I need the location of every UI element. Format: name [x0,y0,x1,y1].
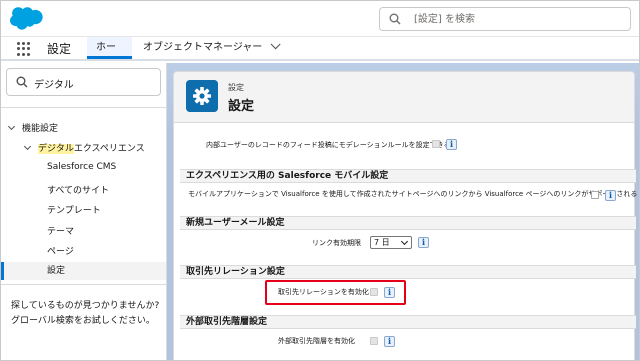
annotation-highlight-box [265,280,406,305]
sidebar-item-pages[interactable]: ページ [47,244,74,257]
tab-home[interactable]: ホーム [87,37,132,75]
tree-node-feature-settings[interactable]: 機能設定 [7,121,59,134]
hint-line: 探しているものが見つかりませんか? [11,301,160,311]
setting-label-feed-moderation: 内部ユーザーのレコードのフィード投稿にモデレーションルールを設定できる [206,141,451,149]
tree-node-digital-experiences[interactable]: デジタルエクスペリエンス [23,141,145,154]
tree-node-label: 機能設定 [22,124,59,134]
section-new-user-email: 新規ユーザーメール設定 [180,216,636,230]
settings-content: 内部ユーザーのレコードのフィード投稿にモデレーションルールを設定できる i エク… [173,123,638,360]
section-account-relationship: 取引先リレーション設定 [180,265,636,279]
chevron-down-icon[interactable] [7,122,16,131]
screenshot-frame: 設定 ホーム オブジェクトマネージャー デジタル 機能設定 デジタルエクスペリエ… [0,0,640,361]
section-mobile-settings: エクスペリエンス用の Salesforce モバイル設定 [180,169,636,183]
info-icon[interactable]: i [418,237,429,248]
quick-find-input[interactable]: デジタル [34,76,74,91]
chevron-down-icon[interactable] [270,39,281,50]
page-title: 設定 [228,99,255,114]
app-launcher-icon[interactable] [17,42,31,56]
visualforce-links-checkbox[interactable] [591,191,599,199]
app-nav-bar: 設定 ホーム オブジェクトマネージャー [1,37,639,75]
tab-object-manager[interactable]: オブジェクトマネージャー [133,37,287,59]
link-expiry-select[interactable]: 7 日 [370,236,412,249]
sidebar-item-templates[interactable]: テンプレート [47,203,101,216]
sidebar-item-all-sites[interactable]: すべてのサイト [47,183,109,196]
quick-find-box[interactable]: デジタル [6,68,161,96]
setting-label-link-expiry: リンク有効期限 [312,239,361,247]
sidebar-item-settings[interactable]: 設定 [1,262,166,280]
setup-sidebar: デジタル 機能設定 デジタルエクスペリエンス Salesforce CMS すべ… [1,63,167,360]
external-account-hierarchy-checkbox [370,337,378,345]
global-search-hint: 探しているものが見つかりませんか? グローバル検索をお試しください。 [11,299,161,329]
sidebar-item-salesforce-cms[interactable]: Salesforce CMS [47,162,116,172]
salesforce-logo[interactable] [10,6,44,30]
breadcrumb[interactable]: 設定 [228,82,244,93]
info-icon[interactable]: i [384,336,395,347]
gear-icon [186,80,218,112]
tab-object-manager-label: オブジェクトマネージャー [143,42,263,53]
tree-node-label: エクスペリエンス [73,144,145,154]
chevron-down-icon [400,237,409,246]
main-content-area: 設定 設定 内部ユーザーのレコードのフィード投稿にモデレーションルールを設定でき… [167,63,639,360]
search-icon [389,13,401,25]
feed-moderation-checkbox [432,140,440,148]
app-name: 設定 [47,42,72,56]
hint-line: グローバル検索をお試しください。 [11,316,155,326]
search-match-highlight: デジタル [38,144,74,154]
divider [1,107,166,108]
section-external-account-hierarchy: 外部取引先階層設定 [180,315,636,329]
global-search-input[interactable] [414,11,624,27]
info-icon[interactable]: i [446,139,457,150]
setting-label-external-account-hierarchy: 外部取引先階層を有効化 [278,337,355,345]
chevron-down-icon[interactable] [23,142,32,151]
page-header: 設定 設定 [173,71,635,123]
global-header [1,1,639,37]
info-icon[interactable]: i [605,190,616,201]
sidebar-item-themes[interactable]: テーマ [47,224,74,237]
link-expiry-value: 7 日 [374,238,390,247]
global-search-box[interactable] [379,7,631,31]
search-icon [16,76,28,88]
setting-label-visualforce-links: モバイルアプリケーションで Visualforce を使用して作成されたサイトペ… [188,190,638,198]
divider [1,284,166,285]
